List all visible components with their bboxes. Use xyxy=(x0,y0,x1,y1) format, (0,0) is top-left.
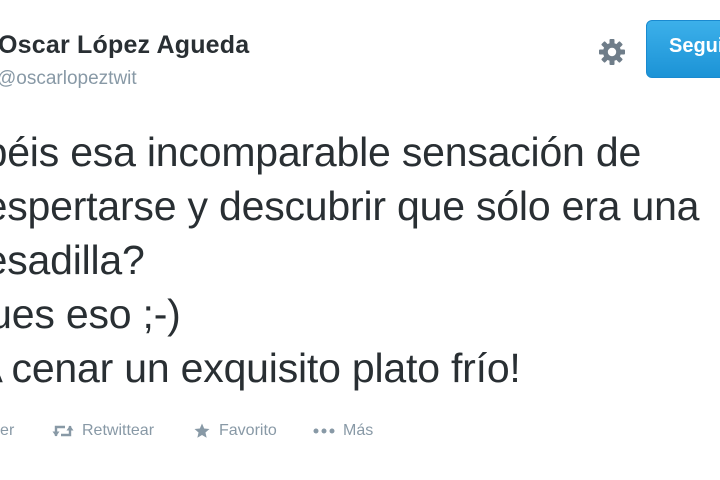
retweet-button[interactable]: Retwittear xyxy=(52,422,154,440)
star-icon xyxy=(193,422,211,440)
tweet-text-line: pesadilla? xyxy=(0,237,145,283)
reply-label: Responder xyxy=(0,422,15,439)
tweet-card: Oscar López Agueda @oscarlopeztwit Segui… xyxy=(0,0,720,480)
gear-icon[interactable] xyxy=(596,36,628,68)
reply-button[interactable]: Responder xyxy=(0,422,14,440)
more-dots-icon xyxy=(313,427,335,435)
tweet-actions: Responder Retwittear xyxy=(0,422,720,446)
retweet-label: Retwittear xyxy=(82,422,155,439)
tweet-text-line: despertarse y descubrir que sólo era una xyxy=(0,183,700,229)
user-display-name[interactable]: Oscar López Agueda xyxy=(0,31,249,60)
tweet-text-line: Pues eso ;-) xyxy=(0,291,181,337)
more-button[interactable]: Más xyxy=(313,422,373,440)
favorite-label: Favorito xyxy=(219,422,277,439)
more-label: Más xyxy=(343,422,374,439)
tweet-text: abéis esa incomparable sensación de desp… xyxy=(0,125,720,395)
tweet-text-line: ¡A cenar un exquisito plato frío! xyxy=(0,345,521,391)
favorite-button[interactable]: Favorito xyxy=(193,422,277,440)
tweet-text-line: abéis esa incomparable sensación de xyxy=(0,129,642,175)
retweet-icon xyxy=(52,423,74,439)
follow-button-label: Seguir xyxy=(669,35,720,57)
follow-button[interactable]: Seguir xyxy=(646,20,720,78)
user-handle[interactable]: @oscarlopeztwit xyxy=(0,68,137,90)
